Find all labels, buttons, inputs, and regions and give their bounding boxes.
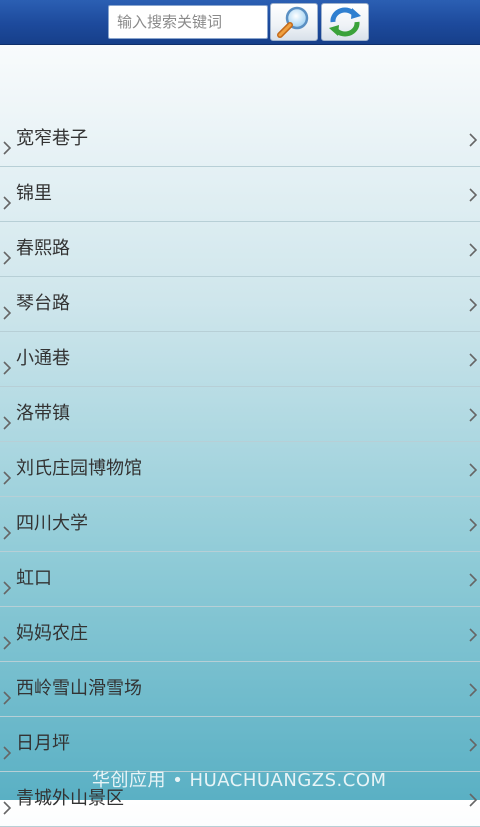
list-item[interactable]: 妈妈农庄 (0, 607, 480, 662)
list-item-label: 西岭雪山滑雪场 (16, 678, 142, 699)
list-item[interactable]: 琴台路 (0, 277, 480, 332)
chevron-right-icon (3, 360, 12, 375)
list-item[interactable]: 宽窄巷子 (0, 112, 480, 167)
chevron-right-icon (3, 415, 12, 430)
search-button[interactable] (270, 3, 318, 41)
refresh-button[interactable] (321, 3, 369, 41)
list-item[interactable]: 刘氏庄园博物馆 (0, 442, 480, 497)
list-item[interactable]: 小通巷 (0, 332, 480, 387)
chevron-right-icon (3, 525, 12, 540)
list-item[interactable]: 洛带镇 (0, 387, 480, 442)
list-item[interactable]: 虹口 (0, 552, 480, 607)
chevron-right-icon (469, 407, 478, 422)
chevron-right-icon (469, 682, 478, 697)
chevron-right-icon (3, 580, 12, 595)
chevron-right-icon (3, 305, 12, 320)
chevron-right-icon (3, 635, 12, 650)
chevron-right-icon (469, 517, 478, 532)
chevron-right-icon (469, 572, 478, 587)
list-item-label: 小通巷 (16, 348, 70, 369)
list-item-label: 春熙路 (16, 238, 70, 259)
magnifier-icon (277, 6, 309, 38)
chevron-right-icon (3, 195, 12, 210)
chevron-right-icon (469, 462, 478, 477)
list-item-label: 洛带镇 (16, 403, 70, 424)
search-input[interactable] (108, 5, 268, 39)
list-item[interactable]: 西岭雪山滑雪场 (0, 662, 480, 717)
top-toolbar (0, 0, 480, 45)
chevron-right-icon (469, 297, 478, 312)
chevron-right-icon (3, 690, 12, 705)
list-item[interactable]: 锦里 (0, 167, 480, 222)
list-item-label: 妈妈农庄 (16, 623, 88, 644)
chevron-right-icon (3, 745, 12, 760)
chevron-right-icon (469, 792, 478, 807)
list-item[interactable]: 四川大学 (0, 497, 480, 552)
chevron-right-icon (3, 140, 12, 155)
chevron-right-icon (469, 627, 478, 642)
list-item-label: 日月坪 (16, 733, 70, 754)
list-item[interactable]: 日月坪 (0, 717, 480, 772)
chevron-right-icon (469, 737, 478, 752)
list-item-label: 锦里 (16, 183, 52, 204)
list-item-label: 虹口 (16, 568, 52, 589)
chevron-right-icon (469, 187, 478, 202)
list-item[interactable]: 春熙路 (0, 222, 480, 277)
list-item-label: 四川大学 (16, 513, 88, 534)
chevron-right-icon (469, 132, 478, 147)
chevron-right-icon (3, 250, 12, 265)
place-list: 宽窄巷子锦里春熙路琴台路小通巷洛带镇刘氏庄园博物馆 四川大学虹口妈妈农庄西岭雪山滑… (0, 112, 480, 827)
chevron-right-icon (3, 800, 12, 815)
watermark: 华创应用 • HUACHUANGZS.COM (92, 770, 387, 791)
chevron-right-icon (3, 470, 12, 485)
chevron-right-icon (469, 352, 478, 367)
list-item-label: 琴台路 (16, 293, 70, 314)
list-item-label: 刘氏庄园博物馆 (16, 458, 142, 479)
list-item-label: 宽窄巷子 (16, 128, 88, 149)
refresh-icon (329, 7, 361, 37)
chevron-right-icon (469, 242, 478, 257)
